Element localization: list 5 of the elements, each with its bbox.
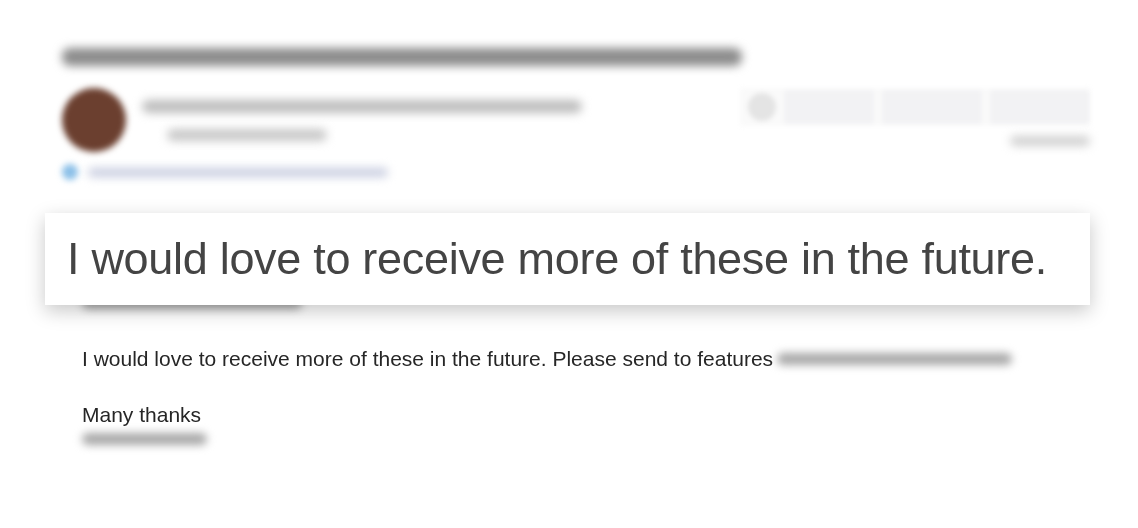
body-text: I would love to receive more of these in the future. Please send to features — [82, 347, 774, 371]
avatar — [62, 88, 126, 152]
callout-text: I would love to receive more of these in the future. — [67, 233, 1047, 285]
body-text: Many thanks — [82, 403, 202, 427]
info-icon — [62, 164, 78, 180]
